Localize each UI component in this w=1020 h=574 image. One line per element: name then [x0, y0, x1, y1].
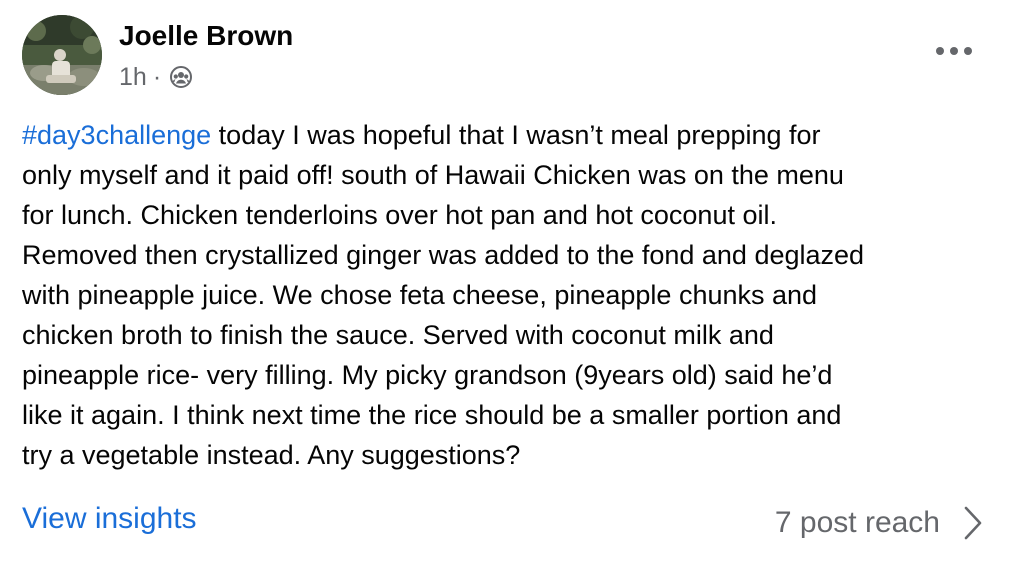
groups-icon[interactable] [169, 65, 193, 89]
post-meta: 1h · [119, 62, 193, 92]
post-body-line: Removed then crystallized ginger was add… [22, 240, 865, 270]
hashtag-link[interactable]: #day3challenge [22, 120, 211, 150]
view-insights-link[interactable]: View insights [22, 502, 197, 536]
more-dot [950, 47, 958, 55]
meta-separator: · [152, 62, 162, 91]
avatar[interactable] [22, 15, 102, 95]
chevron-right-icon [962, 505, 984, 541]
author-name[interactable]: Joelle Brown [119, 20, 293, 52]
post-reach-button[interactable]: 7 post reach [775, 498, 984, 548]
more-dot [964, 47, 972, 55]
post-reach-label: 7 post reach [774, 506, 940, 539]
post-body: #day3challenge today I was hopeful that … [22, 115, 997, 475]
more-dot [936, 47, 944, 55]
post-body-line: chicken broth to finish the sauce. Serve… [22, 320, 774, 350]
post-body-line: only myself and it paid off! south of Ha… [22, 160, 844, 190]
timestamp[interactable]: 1h [119, 63, 147, 92]
post-card: Joelle Brown 1h · #day3challenge today I… [0, 0, 1020, 574]
post-body-line: #day3challenge today I was hopeful that … [22, 115, 997, 155]
post-body-line: with pineapple juice. We chose feta chee… [22, 280, 818, 310]
post-body-line: for lunch. Chicken tenderloins over hot … [22, 200, 777, 230]
post-body-line: pineapple rice- very filling. My picky g… [22, 360, 833, 390]
post-body-line: like it again. I think next time the ric… [22, 400, 842, 430]
post-body-line: try a vegetable instead. Any suggestions… [22, 440, 521, 470]
avatar-photo [22, 15, 102, 95]
post-body-text: today I was hopeful that I wasn’t meal p… [211, 120, 821, 150]
more-horizontal-icon[interactable] [936, 40, 972, 62]
